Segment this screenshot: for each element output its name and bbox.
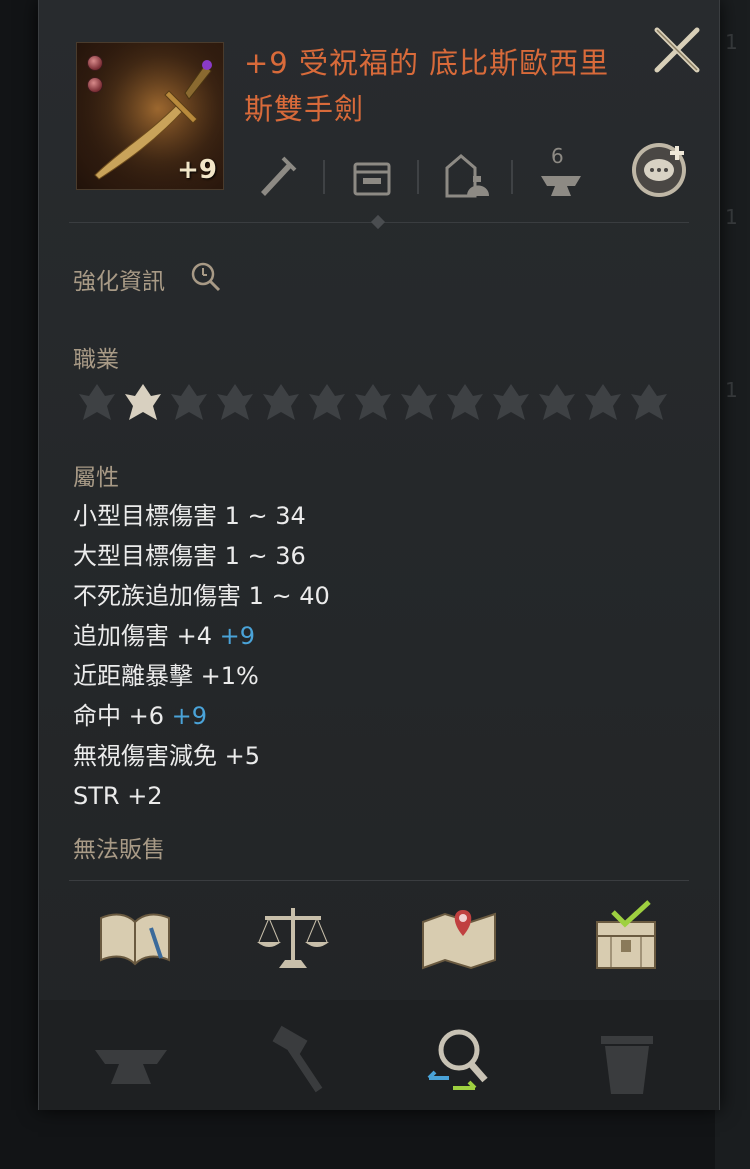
class-icon-11	[535, 380, 579, 424]
stat-line: 近距離暴擊 +1%	[73, 662, 259, 690]
background-edge	[715, 0, 750, 1169]
sword-type-icon	[261, 156, 297, 196]
enhance-info-search-button[interactable]	[189, 260, 223, 294]
background-row-number: 1	[725, 205, 738, 229]
stat-line: 小型目標傷害 1 ~ 34	[73, 502, 306, 530]
stat-line: 命中 +6 +9	[73, 702, 208, 730]
socket-gem-icon	[87, 77, 103, 93]
book-icon	[100, 913, 170, 966]
background-row-number: 1	[725, 378, 738, 402]
class-icon-10	[489, 380, 533, 424]
unsellable-note: 無法販售	[73, 837, 165, 863]
icon-separator	[417, 160, 419, 194]
compare-button[interactable]	[425, 1020, 505, 1100]
enhance-info-label: 強化資訊	[73, 269, 165, 295]
background-row-number: 1	[725, 30, 738, 54]
enhance-anvil-button[interactable]	[91, 1022, 171, 1102]
craft-hammer-button[interactable]	[257, 1022, 337, 1102]
map-pin-icon	[422, 910, 496, 970]
item-title: +9 受祝福的 底比斯歐西里斯雙手劍	[244, 46, 610, 126]
crate-check-icon	[596, 900, 656, 969]
enhance-level-badge: +9	[177, 155, 217, 185]
item-thumbnail[interactable]: +9	[76, 42, 224, 190]
market-price-button[interactable]	[253, 898, 333, 978]
stat-line: 大型目標傷害 1 ~ 36	[73, 542, 306, 570]
acquisition-map-button[interactable]	[419, 898, 499, 978]
magnifier-icon	[191, 262, 221, 292]
class-icon-7	[351, 380, 395, 424]
socket-gem-icon	[87, 55, 103, 71]
class-icon-5	[259, 380, 303, 424]
stat-line: 無視傷害減免 +5	[73, 742, 261, 770]
stat-line: 追加傷害 +4 +9	[73, 622, 256, 650]
item-encyclopedia-button[interactable]	[95, 898, 175, 978]
class-icon-3	[167, 380, 211, 424]
class-icon-6	[305, 380, 349, 424]
class-icon-8	[397, 380, 441, 424]
class-icon-13	[627, 380, 671, 424]
class-icon-1	[75, 380, 119, 424]
discard-button[interactable]	[587, 1024, 667, 1104]
attributes-label: 屬性	[73, 465, 119, 491]
class-icon-12	[581, 380, 625, 424]
trash-icon	[601, 1036, 653, 1094]
sword-type-button[interactable]	[253, 146, 297, 202]
chat-share-button[interactable]	[631, 138, 693, 197]
divider	[69, 880, 689, 881]
icon-separator	[323, 160, 325, 194]
anvil-icon	[95, 1050, 167, 1084]
warehouse-store-button[interactable]	[587, 898, 667, 978]
chat-share-icon	[632, 143, 686, 197]
stat-line: STR +2	[73, 782, 163, 810]
class-label: 職業	[73, 347, 119, 373]
close-button[interactable]	[649, 22, 705, 78]
item-tooltip-panel: +9 +9 受祝福的 底比斯歐西里斯雙手劍 6 強化資訊 職業 屬性 小型目標傷…	[38, 0, 720, 1110]
anvil-icon	[541, 176, 581, 196]
storage-icon	[353, 162, 391, 196]
stat-line: 不死族追加傷害 1 ~ 40	[73, 582, 330, 610]
close-icon	[654, 27, 700, 73]
storage-button[interactable]	[349, 146, 395, 202]
anvil-button[interactable]: 6	[537, 144, 587, 200]
hammer-icon	[272, 1025, 323, 1093]
class-icon-4	[213, 380, 257, 424]
magnifier-compare-icon	[427, 1029, 488, 1090]
scales-icon	[257, 908, 329, 968]
character-bag-icon	[445, 154, 489, 198]
character-bag-button[interactable]	[441, 146, 495, 202]
class-icon-2	[121, 380, 165, 424]
class-icon-9	[443, 380, 487, 424]
icon-separator	[511, 160, 513, 194]
